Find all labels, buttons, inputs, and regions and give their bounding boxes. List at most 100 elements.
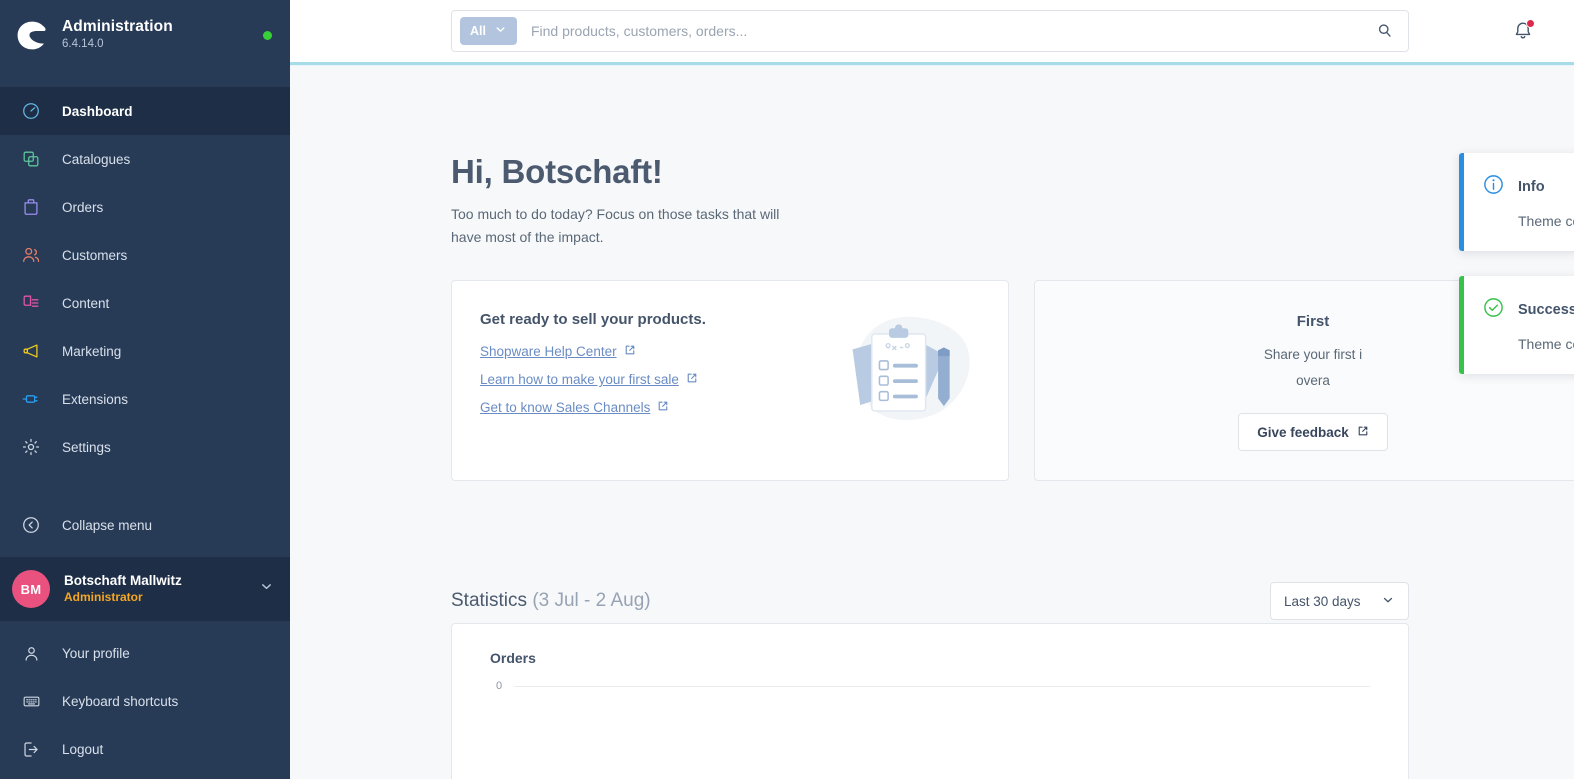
sidebar-item-label: Keyboard shortcuts [62,693,179,709]
sidebar-item-settings[interactable]: Settings [0,423,290,471]
search-scope-filter[interactable]: All [460,17,517,45]
sidebar-item-content[interactable]: Content [0,279,290,327]
collapse-menu-label: Collapse menu [62,517,153,533]
toast-message: Theme compiled successfully [1518,336,1574,352]
get-ready-card: Get ready to sell your products. Shopwar… [451,280,1009,481]
sidebar: Administration 6.4.14.0 Dashboard Catalo… [0,0,290,779]
toast-header: Info [1482,173,1574,201]
sidebar-item-label: Extensions [62,391,129,407]
avatar: BM [12,570,50,608]
sidebar-item-label: Dashboard [62,103,133,119]
collapse-menu-button[interactable]: Collapse menu [0,501,290,549]
notifications-button[interactable] [1512,19,1535,47]
brand-version: 6.4.14.0 [62,38,104,51]
external-link-icon [657,400,669,415]
page-title: Hi, Botschaft! [451,153,663,190]
user-profile-block[interactable]: BM Botschaft Mallwitz Administrator [0,557,290,621]
clipboard-checklist-illustration [831,309,976,439]
admin-app: Administration 6.4.14.0 Dashboard Catalo… [0,0,1574,779]
sidebar-item-label: Catalogues [62,151,131,167]
orders-chart-plot: 0 [452,680,1408,766]
sidebar-bottom-nav: Your profile Keyboard shortcuts Logout [0,621,290,779]
logout-icon [20,738,42,760]
statistics-title: Statistics [451,590,528,611]
link-first-sale[interactable]: Learn how to make your first sale [480,372,698,387]
orders-chart-card: Orders 0 [451,623,1409,779]
toast-header: Success [1482,296,1574,324]
dashboard-content: Hi, Botschaft! Too much to do today? Foc… [290,66,1574,779]
external-link-icon [624,344,636,359]
chevron-down-icon[interactable] [259,579,274,599]
document-icon [20,292,42,314]
link-sales-channels[interactable]: Get to know Sales Channels [480,400,669,415]
online-dot-icon [263,30,272,40]
toast-success: Success Theme compiled successfully [1459,276,1574,374]
give-feedback-button[interactable]: Give feedback [1238,413,1388,452]
sidebar-item-label: Settings [62,439,111,455]
date-range-value: Last 30 days [1284,593,1361,609]
sidebar-item-label: Content [62,295,110,311]
link-label: Learn how to make your first sale [480,372,679,387]
sidebar-item-catalogues[interactable]: Catalogues [0,135,290,183]
sidebar-item-label: Customers [62,247,128,263]
check-circle-icon [1482,296,1505,324]
plug-icon [20,388,42,410]
toast-title: Success [1518,302,1574,318]
chevron-down-icon [1381,593,1395,610]
chart-gridline [514,686,1370,687]
gauge-icon [20,100,42,122]
statistics-title-group: Statistics (3 Jul - 2 Aug) [451,590,651,612]
megaphone-icon [20,340,42,362]
notification-badge-dot [1526,19,1535,28]
link-label: Shopware Help Center [480,344,617,359]
sidebar-item-keyboard-shortcuts[interactable]: Keyboard shortcuts [0,677,290,725]
toast-title: Info [1518,179,1545,195]
sidebar-item-orders[interactable]: Orders [0,183,290,231]
give-feedback-label: Give feedback [1257,424,1349,440]
sidebar-nav: Dashboard Catalogues Orders Customers Co… [0,70,290,471]
statistics-header: Statistics (3 Jul - 2 Aug) Last 30 days [451,582,1409,620]
external-link-icon [686,372,698,387]
orders-chart-title: Orders [490,650,536,666]
sidebar-item-extensions[interactable]: Extensions [0,375,290,423]
layers-icon [20,148,42,170]
link-label: Get to know Sales Channels [480,400,651,415]
sidebar-item-label: Marketing [62,343,122,359]
user-icon [20,642,42,664]
date-range-dropdown[interactable]: Last 30 days [1270,582,1409,620]
external-link-icon [1357,425,1369,440]
main-area: All Find products, customers, orders... … [290,0,1574,779]
brand-title: Administration [62,18,173,36]
topbar: All [290,0,1574,62]
user-name: Botschaft Mallwitz [64,572,182,588]
global-search[interactable]: All [451,10,1409,52]
keyboard-icon [20,690,42,712]
sidebar-item-dashboard[interactable]: Dashboard [0,87,290,135]
user-role: Administrator [64,590,143,605]
shopware-logo [14,17,50,53]
bag-icon [20,196,42,218]
search-input[interactable] [516,23,1370,39]
chevron-left-circle-icon [20,514,42,536]
y-axis-tick-label: 0 [496,680,503,692]
link-shopware-help-center[interactable]: Shopware Help Center [480,344,636,359]
user-meta: Botschaft Mallwitz Administrator [64,573,245,606]
onboarding-cards: Get ready to sell your products. Shopwar… [451,280,1574,481]
toast-body: Success Theme compiled successfully [1464,276,1574,374]
toast-body: Info Theme compile started [1464,153,1574,251]
sidebar-item-logout[interactable]: Logout [0,725,290,773]
sidebar-item-your-profile[interactable]: Your profile [0,629,290,677]
toast-info: Info Theme compile started [1459,153,1574,251]
sidebar-item-marketing[interactable]: Marketing [0,327,290,375]
sidebar-item-label: Logout [62,741,104,757]
sidebar-header: Administration 6.4.14.0 [0,0,290,70]
brand-block: Administration 6.4.14.0 [62,18,251,51]
search-scope-label: All [470,24,486,38]
sidebar-item-customers[interactable]: Customers [0,231,290,279]
users-icon [20,244,42,266]
greeting-subtext: Too much to do today? Focus on those tas… [451,206,780,245]
search-icon[interactable] [1370,22,1400,40]
gear-icon [20,436,42,458]
sidebar-item-label: Orders [62,199,104,215]
